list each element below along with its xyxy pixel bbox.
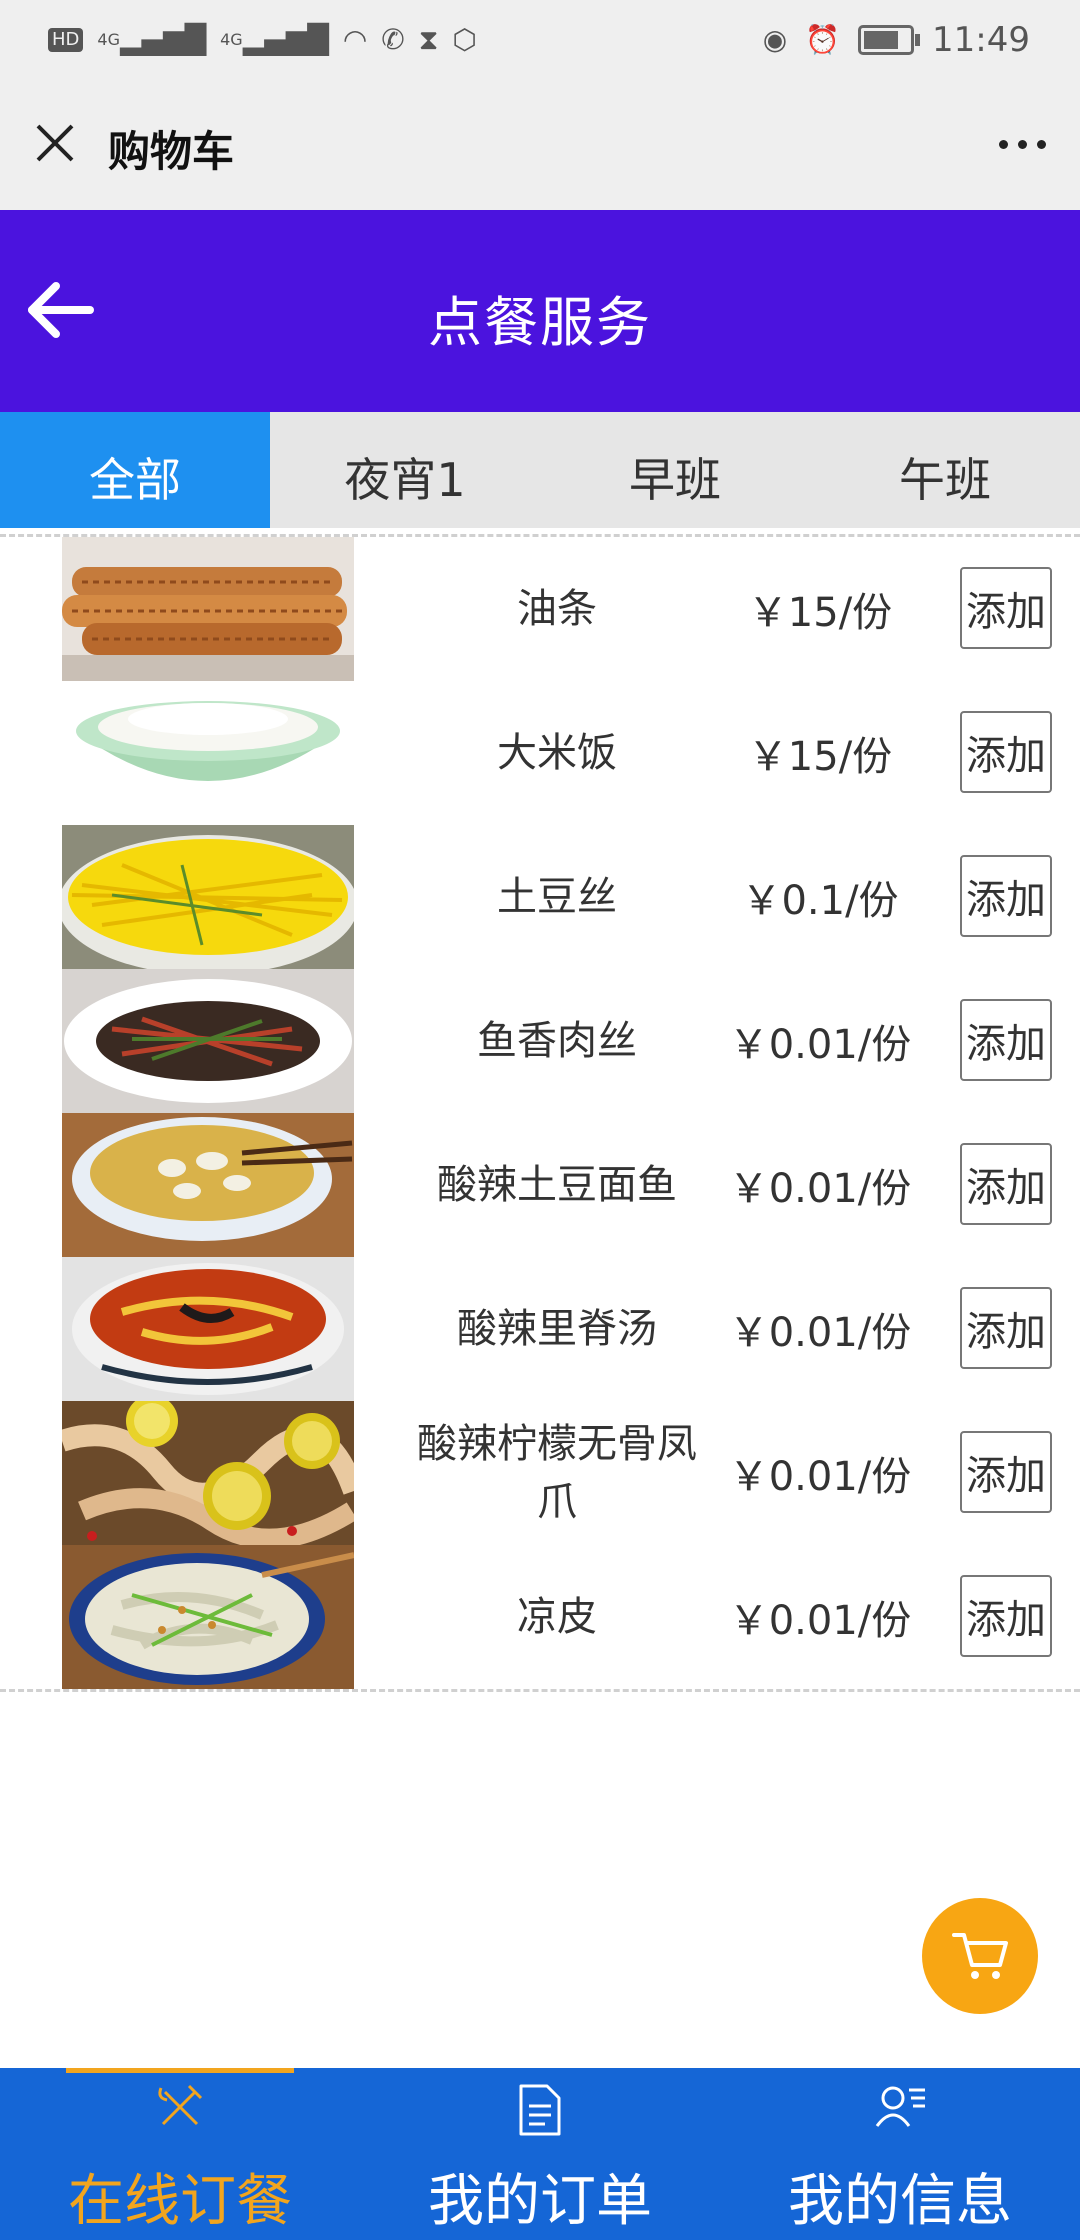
item-price: ￥0.01/份 (728, 1598, 912, 1644)
wifi-icon: ◠ (342, 23, 368, 56)
nav-online-order[interactable]: 在线订餐 (0, 2068, 360, 2240)
item-price: ￥0.01/份 (728, 1454, 912, 1500)
active-indicator (66, 2068, 294, 2073)
nav-label: 我的信息 (788, 2169, 1012, 2234)
menu-item: 凉皮 ￥0.01/份 添加 (0, 1545, 1080, 1689)
tab-all[interactable]: 全部 (0, 412, 270, 528)
food-image (62, 1113, 354, 1257)
webview-title-bar: 购物车 (0, 80, 1080, 210)
food-image (62, 969, 354, 1113)
page-title: 点餐服务 (428, 291, 652, 354)
menu-item: 酸辣里脊汤 ￥0.01/份 添加 (0, 1257, 1080, 1401)
battery-icon (858, 25, 921, 55)
item-name: 鱼香肉丝 (477, 1018, 637, 1064)
item-name: 土豆丝 (497, 874, 617, 920)
page-header: 点餐服务 (0, 210, 1080, 412)
hourglass-icon: ⧗ (418, 23, 439, 56)
close-icon[interactable] (30, 118, 80, 168)
item-price: ￥15/份 (747, 734, 893, 780)
category-tabs: 全部 夜宵1 早班 午班 (0, 412, 1080, 528)
add-button[interactable]: 添加 (960, 1431, 1052, 1513)
shopping-cart-icon (952, 1933, 1008, 1979)
fork-knife-icon (158, 2084, 203, 2126)
food-image (62, 681, 354, 825)
status-bar: HD 4G▂▄▆█ 4G▂▄▆█ ◠ ✆ ⧗ ⬡ ◉ ⏰ 11:49 (0, 0, 1080, 80)
add-button[interactable]: 添加 (960, 999, 1052, 1081)
menu-item: 土豆丝 ￥0.1/份 添加 (0, 825, 1080, 969)
add-button[interactable]: 添加 (960, 855, 1052, 937)
add-button[interactable]: 添加 (960, 1143, 1052, 1225)
clock-time: 11:49 (932, 20, 1030, 60)
shield-icon: ⬡ (452, 23, 477, 56)
bottom-navigation: 在线订餐 我的订单 我的信息 (0, 2068, 1080, 2240)
tab-noon-shift[interactable]: 午班 (810, 412, 1080, 528)
food-image (62, 1545, 354, 1689)
add-button[interactable]: 添加 (960, 711, 1052, 793)
add-button[interactable]: 添加 (960, 1575, 1052, 1657)
item-name: 凉皮 (517, 1594, 597, 1640)
menu-item: 酸辣土豆面鱼 ￥0.01/份 添加 (0, 1113, 1080, 1257)
food-image (62, 537, 354, 681)
signal-icon: 4G▂▄▆█ (220, 23, 329, 56)
cart-button[interactable] (922, 1898, 1038, 2014)
item-price: ￥0.01/份 (728, 1022, 912, 1068)
item-price: ￥0.01/份 (728, 1166, 912, 1212)
item-price: ￥0.01/份 (728, 1310, 912, 1356)
menu-list: 油条 ￥15/份 添加 大米饭 ￥15/份 添加 土豆丝 ￥0.1/份 添加 鱼… (0, 534, 1080, 1692)
item-name: 酸辣柠檬无骨凤爪 (417, 1421, 697, 1525)
item-name: 酸辣里脊汤 (457, 1306, 657, 1352)
food-image (62, 1257, 354, 1401)
add-button[interactable]: 添加 (960, 1287, 1052, 1369)
nav-my-info[interactable]: 我的信息 (720, 2068, 1080, 2240)
tab-morning-shift[interactable]: 早班 (540, 412, 810, 528)
item-name: 油条 (517, 586, 597, 632)
nav-label: 在线订餐 (68, 2169, 292, 2234)
food-image (62, 825, 354, 969)
tab-night-snack[interactable]: 夜宵1 (270, 412, 540, 528)
missed-call-icon: ✆ (381, 23, 405, 56)
alarm-icon: ⏰ (805, 23, 841, 56)
item-name: 大米饭 (497, 730, 617, 776)
item-price: ￥0.1/份 (741, 878, 899, 924)
document-icon (519, 2084, 561, 2136)
menu-item: 油条 ￥15/份 添加 (0, 537, 1080, 681)
user-list-icon (875, 2086, 925, 2127)
add-button[interactable]: 添加 (960, 567, 1052, 649)
food-image (62, 1401, 354, 1545)
more-options-icon[interactable] (999, 140, 1046, 149)
nav-label: 我的订单 (428, 2169, 652, 2234)
menu-item: 大米饭 ￥15/份 添加 (0, 681, 1080, 825)
menu-item: 酸辣柠檬无骨凤爪 ￥0.01/份 添加 (0, 1401, 1080, 1545)
nav-my-orders[interactable]: 我的订单 (360, 2068, 720, 2240)
eye-icon: ◉ (762, 23, 788, 56)
item-name: 酸辣土豆面鱼 (437, 1162, 677, 1208)
signal-icon: 4G▂▄▆█ (97, 23, 207, 56)
menu-item: 鱼香肉丝 ￥0.01/份 添加 (0, 969, 1080, 1113)
item-price: ￥15/份 (747, 590, 893, 636)
window-title: 购物车 (108, 127, 235, 176)
hd-badge: HD (48, 28, 84, 52)
